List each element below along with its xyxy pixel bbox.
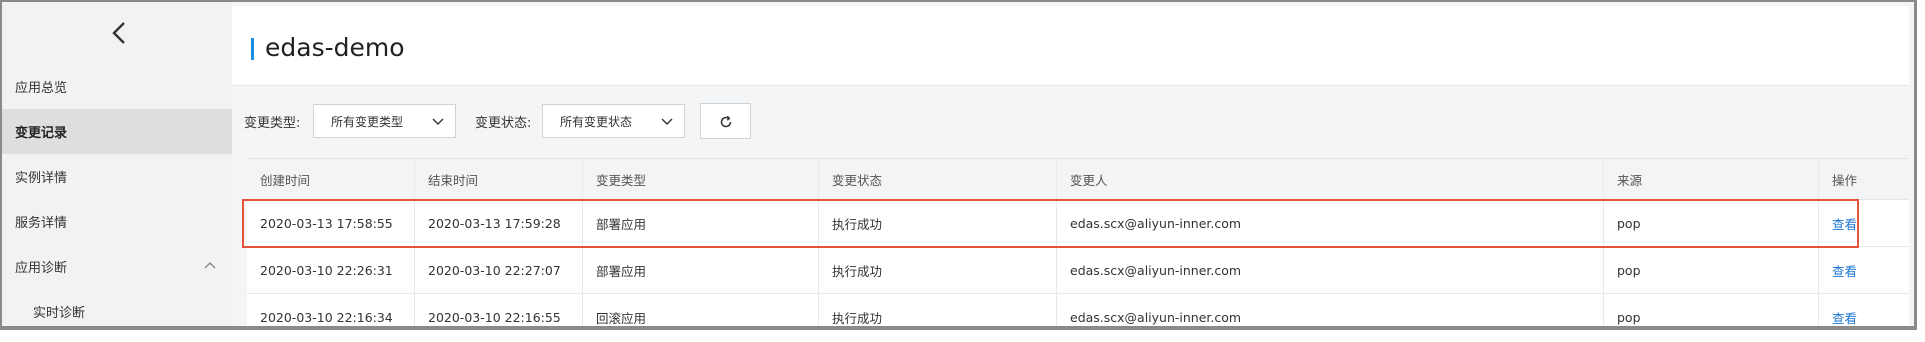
change-type-cell: 部署应用 [583, 247, 819, 293]
column-header: 变更类型 [583, 159, 819, 199]
app-window: 应用总览 变更记录 实例详情 服务详情 应用诊断 实时诊断 edas-demo … [0, 0, 1917, 330]
page-title: edas-demo [265, 33, 405, 62]
chevron-down-icon [432, 118, 444, 125]
table-header: 创建时间 结束时间 变更类型 变更状态 变更人 来源 操作 [247, 158, 1909, 200]
sidebar-item-label: 服务详情 [15, 216, 68, 231]
column-header: 创建时间 [247, 159, 415, 199]
action-cell: 查看 [1819, 200, 1909, 246]
view-link[interactable]: 查看 [1832, 308, 1857, 327]
refresh-button[interactable] [700, 103, 751, 139]
chevron-up-icon[interactable] [202, 257, 218, 273]
sidebar-header [2, 2, 232, 64]
action-cell: 查看 [1819, 294, 1909, 327]
sidebar-item-realtime-diagnosis[interactable]: 实时诊断 [2, 289, 232, 326]
sidebar-item-label: 实时诊断 [33, 306, 86, 321]
sidebar: 应用总览 变更记录 实例详情 服务详情 应用诊断 实时诊断 [2, 2, 232, 326]
source-cell: pop [1604, 200, 1819, 246]
sidebar-item-overview[interactable]: 应用总览 [2, 64, 232, 109]
change-type-value: 所有变更类型 [331, 114, 404, 129]
changer-cell: edas.scx@aliyun-inner.com [1057, 247, 1604, 293]
created-time-cell: 2020-03-13 17:58:55 [247, 200, 415, 246]
title-accent-bar [251, 38, 254, 60]
page-header: edas-demo [232, 6, 1909, 86]
refresh-icon [720, 115, 732, 128]
change-status-value: 所有变更状态 [560, 114, 633, 129]
change-type-cell: 部署应用 [583, 200, 819, 246]
column-header: 来源 [1604, 159, 1819, 199]
view-link[interactable]: 查看 [1832, 214, 1857, 233]
table-row: 2020-03-10 22:16:34 2020-03-10 22:16:55 … [247, 294, 1909, 327]
change-status-label: 变更状态: [475, 116, 532, 131]
end-time-cell: 2020-03-10 22:27:07 [415, 247, 583, 293]
column-header: 操作 [1832, 172, 1858, 188]
sidebar-item-label: 实例详情 [15, 171, 68, 186]
changer-cell: edas.scx@aliyun-inner.com [1057, 294, 1604, 326]
change-type-select[interactable]: 所有变更类型 [313, 104, 456, 138]
created-time-cell: 2020-03-10 22:16:34 [247, 294, 415, 326]
chevron-left-icon[interactable] [106, 18, 134, 48]
column-header: 变更人 [1057, 159, 1604, 199]
sidebar-item-service-details[interactable]: 服务详情 [2, 199, 232, 244]
sidebar-item-change-records[interactable]: 变更记录 [2, 109, 232, 154]
change-records-table: 创建时间 结束时间 变更类型 变更状态 变更人 来源 操作 2020-03-13… [247, 158, 1909, 327]
main-content: edas-demo 变更类型: 所有变更类型 变更状态: 所有变更状态 创建时间 [232, 2, 1914, 326]
column-header: 结束时间 [415, 159, 583, 199]
column-header: 变更状态 [819, 159, 1057, 199]
change-status-cell: 执行成功 [819, 294, 1057, 326]
table-row: 2020-03-10 22:26:31 2020-03-10 22:27:07 … [247, 247, 1909, 294]
change-type-label: 变更类型: [244, 116, 301, 131]
sidebar-item-label: 变更记录 [15, 126, 68, 141]
sidebar-item-label: 应用总览 [15, 81, 68, 96]
change-type-cell: 回滚应用 [583, 294, 819, 326]
source-cell: pop [1604, 247, 1819, 293]
change-status-select[interactable]: 所有变更状态 [542, 104, 685, 138]
sidebar-item-app-diagnosis[interactable]: 应用诊断 [2, 244, 232, 289]
change-status-cell: 执行成功 [819, 200, 1057, 246]
changer-cell: edas.scx@aliyun-inner.com [1057, 200, 1604, 246]
table-row: 2020-03-13 17:58:55 2020-03-13 17:59:28 … [247, 200, 1909, 247]
view-link[interactable]: 查看 [1832, 261, 1857, 280]
change-status-cell: 执行成功 [819, 247, 1057, 293]
created-time-cell: 2020-03-10 22:26:31 [247, 247, 415, 293]
source-cell: pop [1604, 294, 1819, 326]
sidebar-item-label: 应用诊断 [15, 261, 68, 276]
end-time-cell: 2020-03-10 22:16:55 [415, 294, 583, 326]
sidebar-item-instance-details[interactable]: 实例详情 [2, 154, 232, 199]
chevron-down-icon [661, 118, 673, 125]
end-time-cell: 2020-03-13 17:59:28 [415, 200, 583, 246]
action-cell: 查看 [1819, 247, 1909, 293]
